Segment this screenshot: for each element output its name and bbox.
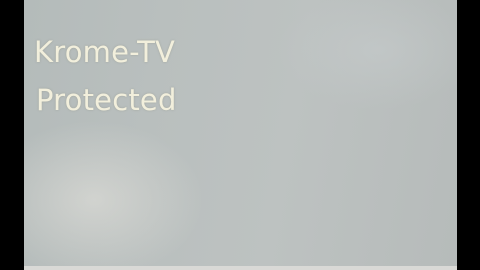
screen-bottom-edge [24,266,457,270]
tv-screen: Krome-TV Protected [24,0,457,266]
channel-name-text: Krome-TV [34,35,176,69]
protected-status-text: Protected [36,83,177,117]
photo-frame: Krome-TV Protected [0,0,480,270]
